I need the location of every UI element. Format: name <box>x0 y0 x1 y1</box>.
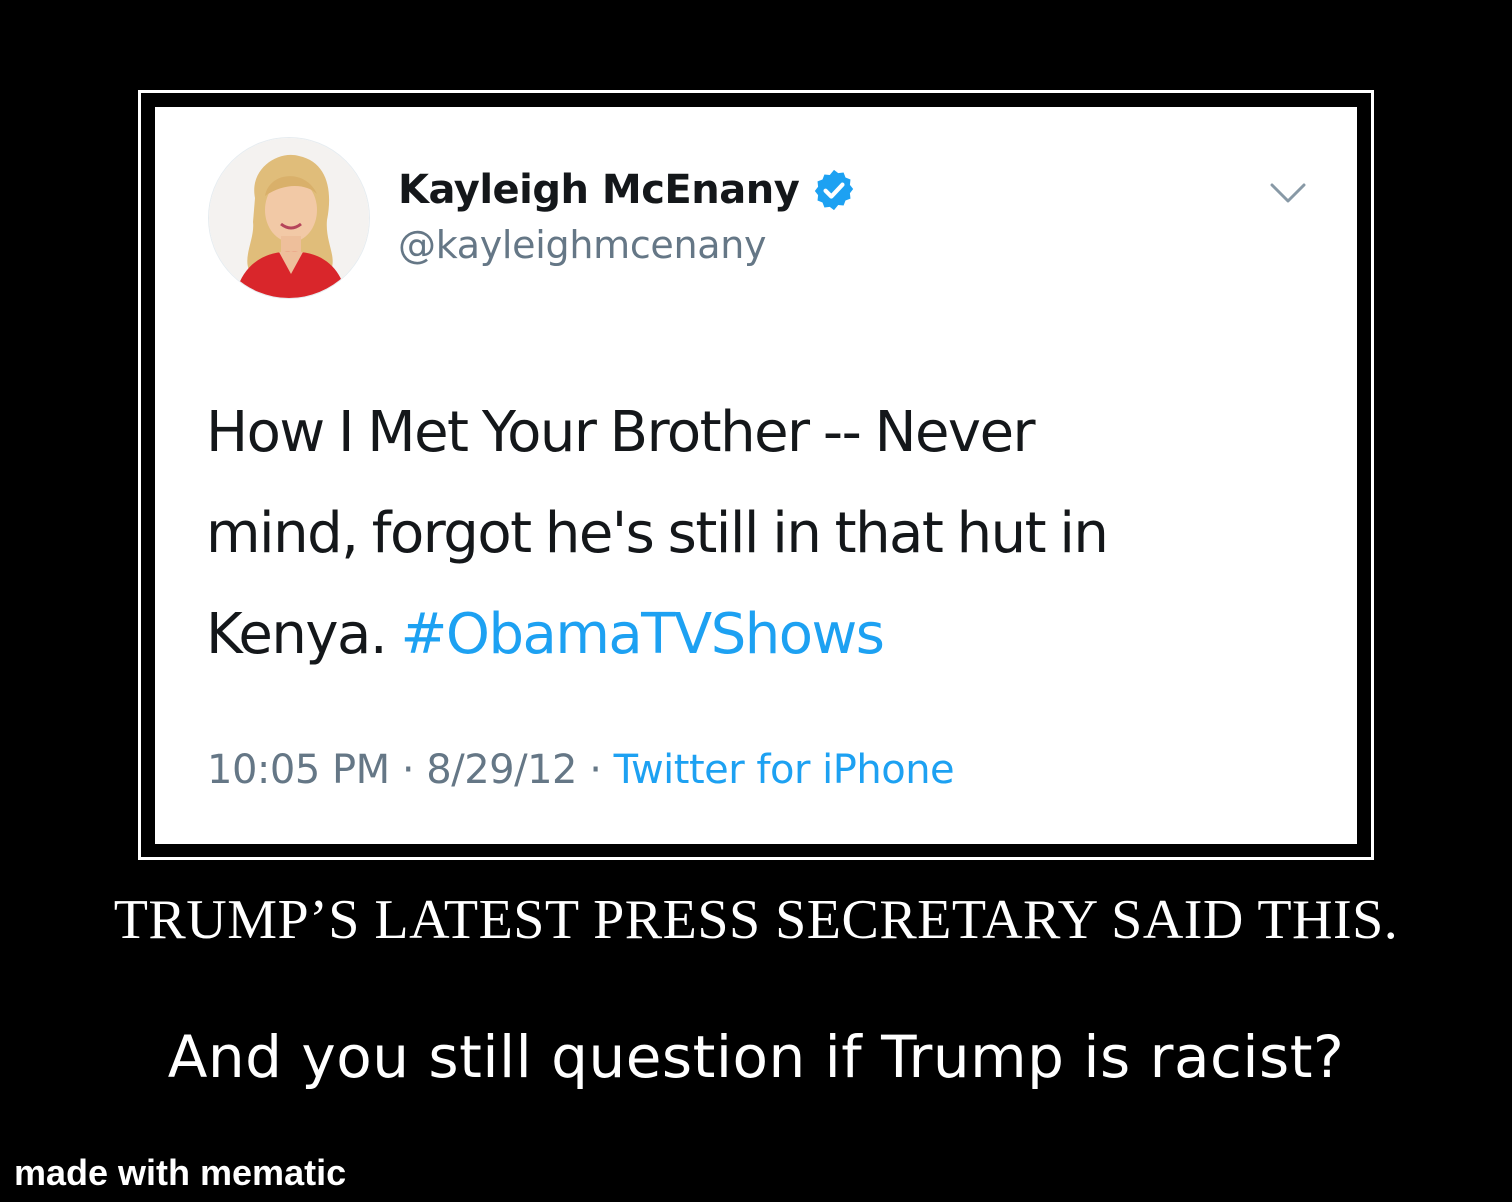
tweet-text: How I Met Your Brother -- Never mind, fo… <box>206 382 1306 685</box>
mematic-watermark: made with mematic <box>14 1152 347 1193</box>
meta-separator: · <box>401 747 415 793</box>
tweet-text-line-2: mind, forgot he's still in that hut in <box>206 501 1109 566</box>
tweet-text-line-3: Kenya. #ObamaTVShows <box>206 584 1306 685</box>
author-display-name[interactable]: Kayleigh McEnany <box>398 167 800 213</box>
tweet-meta: 10:05 PM · 8/29/12 · Twitter for iPhone <box>207 747 955 793</box>
tweet-date[interactable]: 8/29/12 <box>426 747 577 793</box>
tweet-text-line-1: How I Met Your Brother -- Never <box>206 400 1036 465</box>
avatar[interactable] <box>208 137 370 299</box>
avatar-photo <box>209 138 369 298</box>
meta-separator-2: · <box>589 747 602 793</box>
caption-title: TRUMP’S LATEST PRESS SECRETARY SAID THIS… <box>113 889 1399 951</box>
tweet-text-kenya: Kenya. <box>206 602 388 667</box>
caption-subtitle: And you still question if Trump is racis… <box>167 1023 1345 1091</box>
tweet-source-link[interactable]: Twitter for iPhone <box>614 747 955 793</box>
hashtag-link[interactable]: #ObamaTVShows <box>400 602 885 667</box>
tweet-time[interactable]: 10:05 PM <box>207 747 390 793</box>
verified-badge-icon <box>815 169 854 211</box>
tweet-card: Kayleigh McEnany @kayleighmcenany How I … <box>155 107 1357 844</box>
author-handle[interactable]: @kayleighmcenany <box>398 223 767 267</box>
author-name-row: Kayleigh McEnany <box>398 165 857 215</box>
chevron-down-icon[interactable] <box>1268 179 1308 209</box>
